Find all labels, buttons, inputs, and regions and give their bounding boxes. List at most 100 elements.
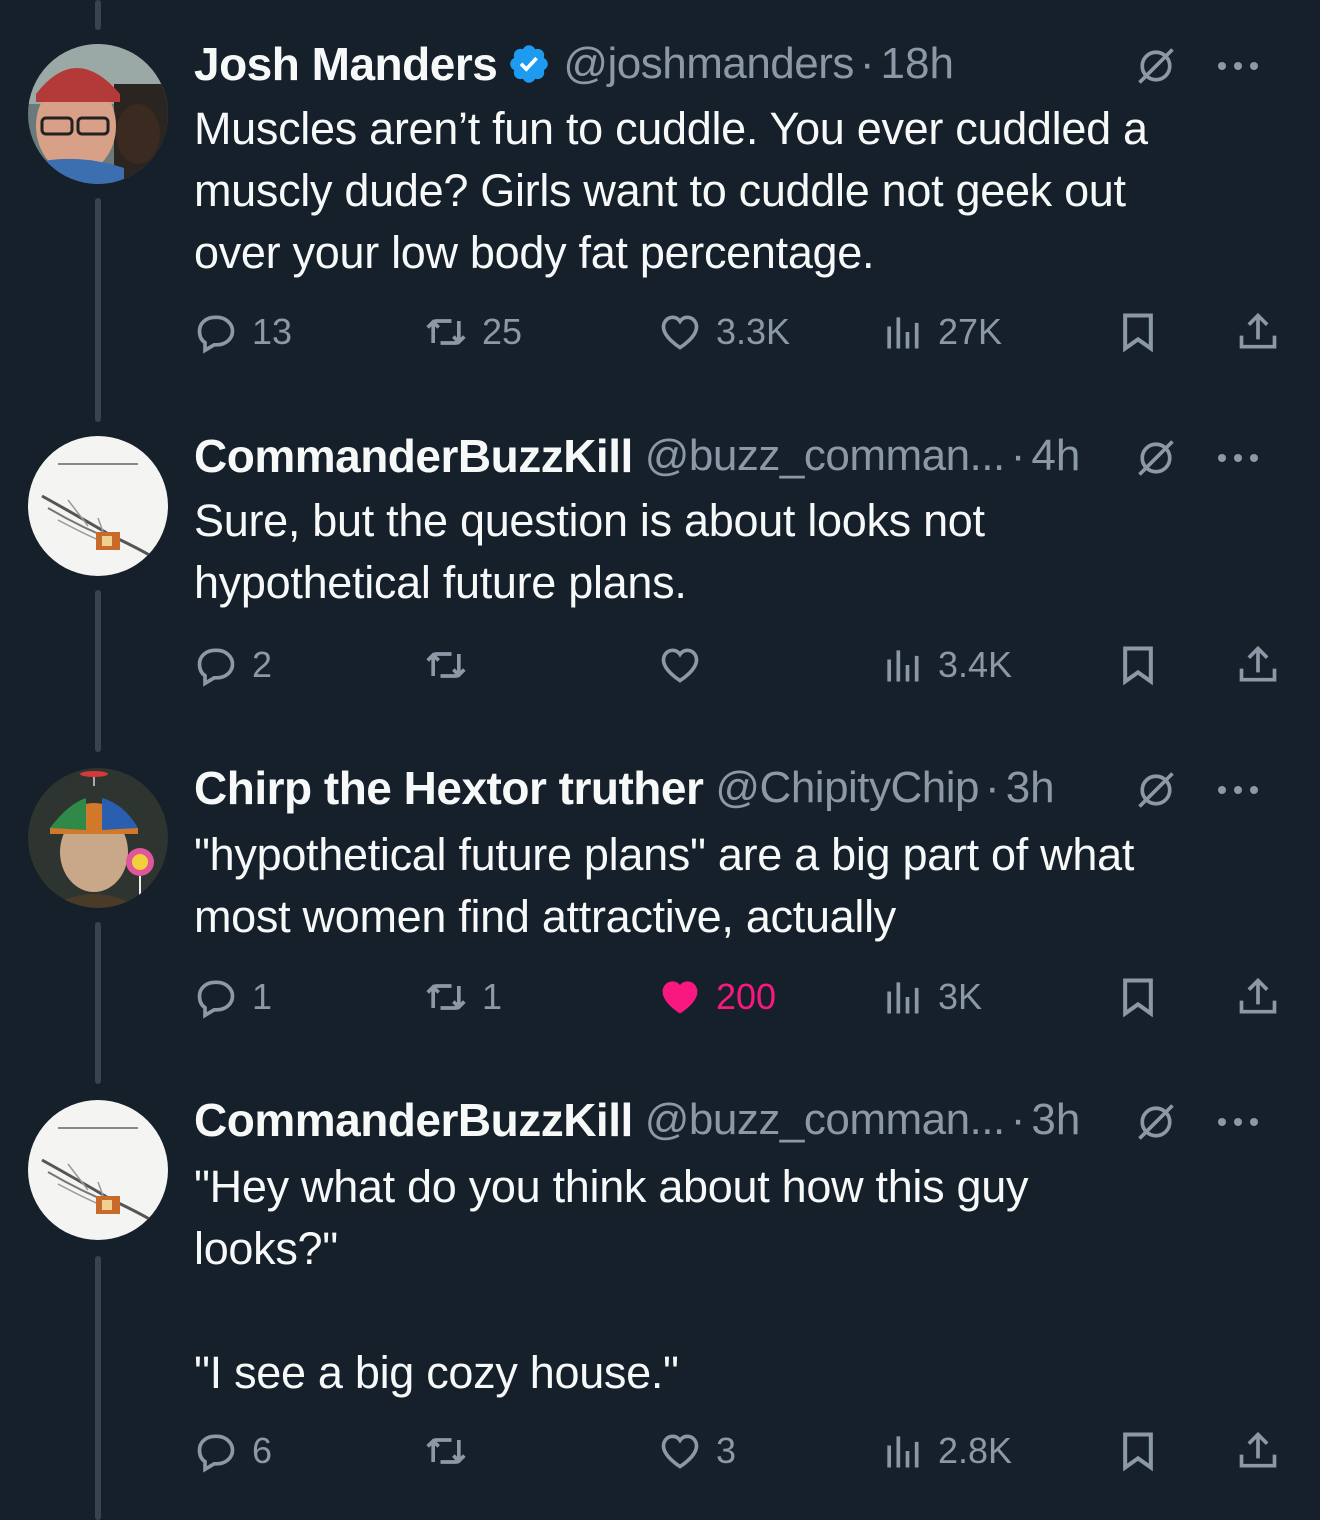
views-count: 2.8K <box>938 1430 1013 1471</box>
views-icon <box>887 1436 919 1468</box>
tweet-actions: 1 1 200 3K <box>194 972 1294 1022</box>
avatar[interactable] <box>28 44 168 184</box>
grok-icon[interactable] <box>1134 1100 1178 1144</box>
user-handle[interactable]: @buzz_comman... <box>645 1095 1005 1145</box>
retweet-button[interactable]: 25 <box>424 307 522 357</box>
retweet-count: 25 <box>482 311 523 352</box>
share-button[interactable] <box>1236 972 1280 1022</box>
views-icon <box>887 982 919 1014</box>
avatar[interactable] <box>28 436 168 576</box>
like-button[interactable]: 200 <box>658 972 776 1022</box>
timestamp[interactable]: 4h <box>1031 431 1080 481</box>
views-count: 3.4K <box>938 644 1013 685</box>
tweet-actions: 13 25 3.3K 27K <box>194 307 1294 357</box>
reply-button[interactable]: 13 <box>194 307 292 357</box>
display-name[interactable]: CommanderBuzzKill <box>194 1093 633 1147</box>
share-icon <box>1239 977 1277 1014</box>
heart-icon <box>661 315 699 350</box>
share-button[interactable] <box>1236 1426 1280 1476</box>
like-button[interactable]: 3.3K <box>658 307 790 357</box>
views-button[interactable]: 2.8K <box>880 1426 1012 1476</box>
views-button[interactable]: 27K <box>880 307 1002 357</box>
like-count: 3.3K <box>716 311 791 352</box>
reply-button[interactable]: 2 <box>194 640 272 690</box>
reply-button[interactable]: 6 <box>194 1426 272 1476</box>
share-button[interactable] <box>1236 307 1280 357</box>
timestamp[interactable]: 3h <box>1006 763 1055 813</box>
tweet-actions: 6 3 2.8K <box>194 1426 1294 1476</box>
reply-count: 6 <box>252 1430 273 1471</box>
grok-icon[interactable] <box>1134 44 1178 88</box>
avatar[interactable] <box>28 768 168 908</box>
like-button[interactable]: 3 <box>658 1426 736 1476</box>
share-icon <box>1239 1431 1277 1468</box>
more-icon[interactable] <box>1216 452 1260 464</box>
reply-icon <box>197 648 235 687</box>
reply-icon <box>197 1434 235 1473</box>
retweet-icon <box>426 984 466 1010</box>
views-count: 27K <box>938 311 1003 352</box>
views-button[interactable]: 3.4K <box>880 640 1012 690</box>
tweet-text: "hypothetical future plans" are a big pa… <box>194 829 1135 942</box>
display-name[interactable]: CommanderBuzzKill <box>194 429 633 483</box>
tweet[interactable]: Josh Manders @joshmanders · 18h Muscles … <box>0 0 1320 400</box>
heart-icon <box>661 648 699 683</box>
display-name[interactable]: Josh Manders <box>194 37 498 91</box>
views-icon <box>887 650 919 682</box>
retweet-icon <box>426 1438 466 1464</box>
grok-icon[interactable] <box>1134 436 1178 480</box>
tweet[interactable]: CommanderBuzzKill @buzz_comman... · 3h "… <box>0 1080 1320 1520</box>
retweet-count: 1 <box>482 976 503 1017</box>
tweet[interactable]: CommanderBuzzKill @buzz_comman... · 4h S… <box>0 400 1320 740</box>
verified-badge-icon <box>510 45 549 83</box>
separator-dot: · <box>1010 431 1026 480</box>
retweet-icon <box>426 319 466 345</box>
user-handle[interactable]: @joshmanders <box>563 39 854 89</box>
share-icon <box>1239 645 1277 682</box>
timestamp[interactable]: 18h <box>881 39 954 89</box>
bookmark-button[interactable] <box>1116 1426 1160 1476</box>
bookmark-button[interactable] <box>1116 640 1160 690</box>
more-icon[interactable] <box>1216 60 1260 72</box>
reply-icon <box>197 980 235 1019</box>
bookmark-button[interactable] <box>1116 972 1160 1022</box>
more-icon[interactable] <box>1216 784 1260 796</box>
tweet-text: "Hey what do you think about how this gu… <box>194 1161 1029 1398</box>
reply-icon <box>197 315 235 354</box>
display-name[interactable]: Chirp the Hextor truther <box>194 761 704 815</box>
reply-count: 1 <box>252 976 273 1017</box>
retweet-button[interactable] <box>424 1426 482 1476</box>
user-handle[interactable]: @ChipityChip <box>715 763 979 813</box>
bookmark-icon <box>1123 978 1153 1018</box>
separator-dot: · <box>1010 1095 1026 1144</box>
like-button[interactable] <box>658 640 716 690</box>
tweet-actions: 2 3.4K <box>194 640 1294 690</box>
retweet-button[interactable] <box>424 640 482 690</box>
separator-dot: · <box>859 39 875 88</box>
timestamp[interactable]: 3h <box>1031 1095 1080 1145</box>
views-button[interactable]: 3K <box>880 972 982 1022</box>
heart-filled-icon <box>662 981 698 1014</box>
more-icon[interactable] <box>1216 1116 1260 1128</box>
tweet-text: Sure, but the question is about looks no… <box>194 495 985 608</box>
retweet-icon <box>426 652 466 678</box>
retweet-button[interactable]: 1 <box>424 972 502 1022</box>
views-count: 3K <box>938 976 983 1017</box>
like-count: 3 <box>716 1430 737 1471</box>
share-icon <box>1239 312 1277 349</box>
user-handle[interactable]: @buzz_comman... <box>645 431 1005 481</box>
share-button[interactable] <box>1236 640 1280 690</box>
tweet-text: Muscles aren’t fun to cuddle. You ever c… <box>194 103 1148 278</box>
views-icon <box>887 317 919 349</box>
grok-icon[interactable] <box>1134 768 1178 812</box>
tweet[interactable]: Chirp the Hextor truther @ChipityChip · … <box>0 740 1320 1080</box>
separator-dot: · <box>985 763 1000 812</box>
reply-button[interactable]: 1 <box>194 972 272 1022</box>
heart-icon <box>661 1434 699 1469</box>
avatar[interactable] <box>28 1100 168 1240</box>
bookmark-button[interactable] <box>1116 307 1160 357</box>
bookmark-icon <box>1123 313 1153 353</box>
reply-count: 13 <box>252 311 293 352</box>
bookmark-icon <box>1123 646 1153 686</box>
bookmark-icon <box>1123 1432 1153 1472</box>
